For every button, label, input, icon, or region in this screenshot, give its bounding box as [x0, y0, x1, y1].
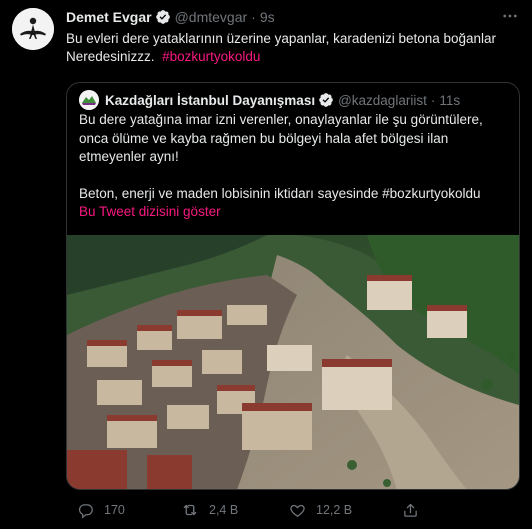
retweet-button[interactable]: 2,4 B [181, 501, 238, 519]
more-dots-icon[interactable] [500, 6, 520, 26]
verified-badge-icon [155, 9, 171, 25]
aerial-flood-photo[interactable] [67, 235, 519, 489]
share-icon [401, 501, 419, 519]
verified-badge-icon [318, 92, 334, 108]
quote-author-handle: @kazdaglariist [338, 92, 427, 108]
reply-count: 170 [104, 503, 125, 517]
retweet-count: 2,4 B [209, 503, 239, 517]
author-avatar[interactable] [12, 8, 54, 50]
author-handle[interactable]: @dmtevgar [175, 9, 248, 25]
quote-author-name[interactable]: Kazdağları İstanbul Dayanışması [105, 93, 315, 108]
quote-timestamp: 11s [439, 92, 461, 108]
quote-text: Bu dere yatağına imar izni verenler, ona… [79, 111, 509, 203]
profile-photo [12, 8, 54, 50]
show-thread-link[interactable]: Bu Tweet dizisini göster [79, 204, 221, 219]
tweet-text: Bu evleri dere yataklarının üzerine yapa… [66, 30, 516, 66]
tweet-actions: 170 2,4 B 12,2 B [66, 499, 516, 521]
quote-author-avatar[interactable] [79, 90, 99, 110]
reply-button[interactable]: 170 [76, 501, 125, 519]
share-button[interactable] [401, 501, 429, 519]
like-count: 12,2 B [316, 503, 353, 517]
quoted-tweet[interactable]: Kazdağları İstanbul Dayanışması @kazdagl… [66, 82, 520, 490]
tweet-header: Demet Evgar @dmtevgar · 9s [66, 9, 275, 25]
quote-paragraph: Beton, enerji ve maden lobisinin iktidar… [79, 185, 481, 201]
tweet-timestamp[interactable]: 9s [260, 9, 275, 25]
tweet-body: Bu evleri dere yataklarının üzerine yapa… [66, 31, 497, 64]
retweet-icon [181, 501, 199, 519]
separator-dot: · [430, 92, 436, 108]
quote-paragraph: Bu dere yatağına imar izni verenler, ona… [79, 112, 483, 164]
hashtag-link[interactable]: #bozkurtyokoldu [162, 49, 260, 64]
quote-header: Kazdağları İstanbul Dayanışması @kazdagl… [79, 90, 460, 110]
like-button[interactable]: 12,2 B [288, 501, 352, 519]
tweet[interactable]: Demet Evgar @dmtevgar · 9s Bu evleri der… [0, 0, 532, 529]
reply-icon [76, 501, 94, 519]
separator-dot: · [251, 9, 256, 25]
like-icon [288, 501, 306, 519]
author-name[interactable]: Demet Evgar [66, 9, 152, 25]
